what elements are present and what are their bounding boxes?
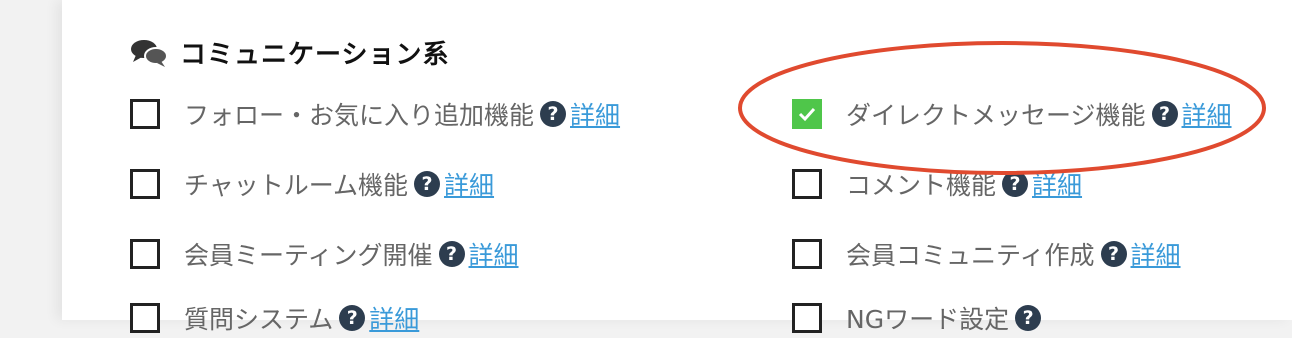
option-label: 会員ミーティング開催 xyxy=(184,241,433,270)
community-checkbox[interactable] xyxy=(792,239,822,269)
help-icon[interactable]: ? xyxy=(540,101,567,127)
option-dm[interactable]: ダイレクトメッセージ機能 ? 詳細 xyxy=(792,94,1232,134)
chat-bubbles-icon xyxy=(131,39,168,67)
help-icon[interactable]: ? xyxy=(1015,305,1042,331)
option-label: フォロー・お気に入り追加機能 xyxy=(184,101,535,130)
help-icon[interactable]: ? xyxy=(1100,241,1127,267)
help-icon[interactable]: ? xyxy=(1151,101,1178,127)
question-checkbox[interactable] xyxy=(130,303,160,333)
meeting-checkbox[interactable] xyxy=(130,239,160,269)
option-question[interactable]: 質問システム ? 詳細 xyxy=(130,298,419,338)
detail-link[interactable]: 詳細 xyxy=(570,96,620,132)
option-label: ダイレクトメッセージ機能 xyxy=(846,101,1146,130)
follow-checkbox[interactable] xyxy=(130,99,160,129)
option-ngword[interactable]: NGワード設定 ? xyxy=(792,298,1042,338)
detail-link[interactable]: 詳細 xyxy=(444,166,494,202)
check-icon xyxy=(798,107,816,122)
chatroom-checkbox[interactable] xyxy=(130,169,160,199)
help-icon[interactable]: ? xyxy=(339,305,366,331)
option-label: NGワード設定 xyxy=(846,305,1010,334)
option-follow[interactable]: フォロー・お気に入り追加機能 ? 詳細 xyxy=(130,94,620,134)
option-label: 質問システム xyxy=(184,305,334,334)
section-title: コミュニケーション系 xyxy=(180,40,450,70)
option-label: コメント機能 xyxy=(846,171,997,200)
help-icon[interactable]: ? xyxy=(438,241,465,267)
detail-link[interactable]: 詳細 xyxy=(1131,236,1181,272)
option-chatroom[interactable]: チャットルーム機能 ? 詳細 xyxy=(130,164,494,204)
detail-link[interactable]: 詳細 xyxy=(1182,96,1232,132)
option-label: チャットルーム機能 xyxy=(184,171,409,200)
option-comment[interactable]: コメント機能 ? 詳細 xyxy=(792,164,1082,204)
comment-checkbox[interactable] xyxy=(792,169,822,199)
help-icon[interactable]: ? xyxy=(1002,171,1029,197)
ngword-checkbox[interactable] xyxy=(792,303,822,333)
option-community[interactable]: 会員コミュニティ作成 ? 詳細 xyxy=(792,234,1181,274)
detail-link[interactable]: 詳細 xyxy=(469,236,519,272)
dm-checkbox[interactable] xyxy=(792,99,822,129)
option-meeting[interactable]: 会員ミーティング開催 ? 詳細 xyxy=(130,234,519,274)
help-icon[interactable]: ? xyxy=(414,171,441,197)
option-label: 会員コミュニティ作成 xyxy=(846,241,1095,270)
section-header: コミュニケーション系 xyxy=(130,34,449,71)
detail-link[interactable]: 詳細 xyxy=(369,300,419,336)
detail-link[interactable]: 詳細 xyxy=(1032,166,1082,202)
